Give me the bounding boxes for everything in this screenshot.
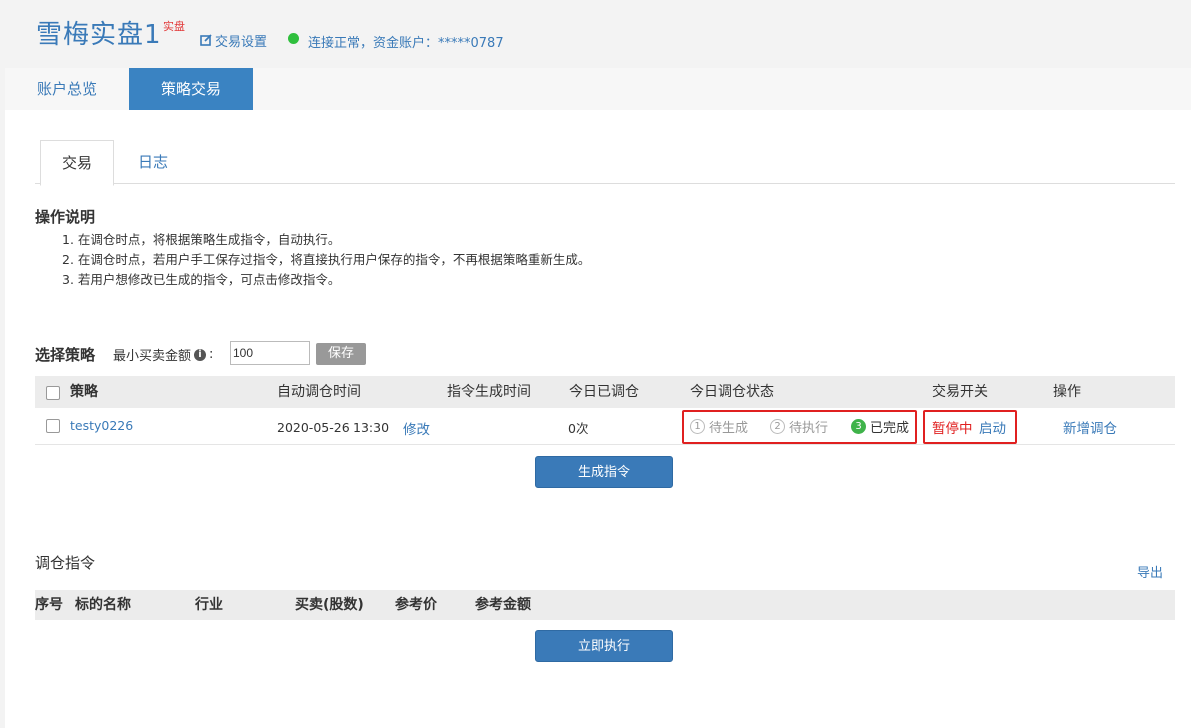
col-auto-rebalance-time: 自动调仓时间 [277, 384, 361, 400]
subtab-trade[interactable]: 交易 [40, 140, 114, 186]
generate-orders-button[interactable]: 生成指令 [535, 456, 673, 488]
live-badge: 实盘 [163, 20, 185, 33]
col-actions: 操作 [1053, 384, 1081, 400]
col-ref-amount: 参考金额 [475, 597, 531, 613]
instruction-item: 1. 在调仓时点，将根据策略生成指令，自动执行。 [62, 232, 341, 247]
orders-table-header: 序号 标的名称 行业 买卖(股数) 参考价 参考金额 [35, 590, 1175, 620]
colon: : [209, 347, 214, 362]
connection-status-text: 连接正常，资金账户：*****0787 [308, 36, 504, 51]
tab-strategy-trading[interactable]: 策略交易 [129, 68, 253, 110]
switch-state: 暂停中 [932, 421, 973, 437]
rebalance-date: 2020-05-26 [277, 420, 350, 435]
step-number: 1 [690, 419, 705, 434]
strategy-name-link[interactable]: testy0226 [70, 418, 133, 433]
step-number: 2 [770, 419, 785, 434]
account-title: 雪梅实盘1 [36, 20, 162, 50]
today-count: 0次 [568, 421, 589, 436]
start-link[interactable]: 启动 [979, 417, 1006, 437]
orders-title: 调仓指令 [35, 554, 96, 572]
col-industry: 行业 [195, 597, 223, 613]
row-divider [35, 444, 1175, 445]
col-strategy: 策略 [70, 384, 98, 400]
instruction-item: 3. 若用户想修改已生成的指令，可点击修改指令。 [62, 272, 341, 287]
subtab-divider [35, 183, 1175, 184]
save-button[interactable]: 保存 [316, 343, 366, 365]
col-buy-sell-shares: 买卖(股数) [295, 597, 364, 613]
col-security-name: 标的名称 [75, 597, 131, 613]
edit-icon [200, 34, 212, 46]
col-ref-price: 参考价 [395, 597, 437, 613]
col-order-gen-time: 指令生成时间 [447, 384, 531, 400]
col-today-status: 今日调仓状态 [690, 384, 774, 400]
execute-now-button[interactable]: 立即执行 [535, 630, 673, 662]
min-amount-text: 最小买卖金额 [113, 349, 192, 364]
instruction-item: 2. 在调仓时点，若用户手工保存过指令，将直接执行用户保存的指令，不再根据策略重… [62, 252, 591, 267]
strategy-select-title: 选择策略 [35, 346, 96, 364]
col-today-rebalanced: 今日已调仓 [569, 384, 639, 400]
select-all-checkbox[interactable] [46, 386, 60, 400]
min-amount-input[interactable] [230, 341, 310, 365]
step-number: 3 [851, 419, 866, 434]
step-label: 已完成 [870, 421, 910, 436]
trade-settings-link[interactable]: 交易设置 [200, 31, 267, 50]
trade-settings-label: 交易设置 [215, 35, 268, 50]
step-completed: 3 已完成 [851, 417, 909, 436]
strategy-table-header: 策略 自动调仓时间 指令生成时间 今日已调仓 今日调仓状态 交易开关 操作 [35, 376, 1175, 408]
connection-status-dot [288, 33, 299, 44]
rebalance-time: 13:30 [353, 420, 390, 435]
top-nav: 账户总览 策略交易 [5, 68, 1191, 110]
col-trade-switch: 交易开关 [932, 384, 988, 400]
step-pending-generate: 1 待生成 [690, 417, 748, 436]
min-amount-label: 最小买卖金额 i : [113, 345, 213, 364]
tab-account-overview[interactable]: 账户总览 [5, 68, 129, 110]
step-label: 待生成 [709, 421, 749, 436]
col-index: 序号 [35, 597, 63, 613]
add-rebalance-link[interactable]: 新增调仓 [1063, 417, 1117, 437]
instructions-title: 操作说明 [35, 208, 96, 226]
info-icon[interactable]: i [194, 348, 207, 361]
step-pending-execute: 2 待执行 [770, 417, 828, 436]
modify-link[interactable]: 修改 [403, 418, 430, 438]
export-link[interactable]: 导出 [1137, 562, 1163, 581]
subtab-log[interactable]: 日志 [118, 140, 188, 184]
row-checkbox[interactable] [46, 419, 60, 433]
step-label: 待执行 [789, 421, 829, 436]
